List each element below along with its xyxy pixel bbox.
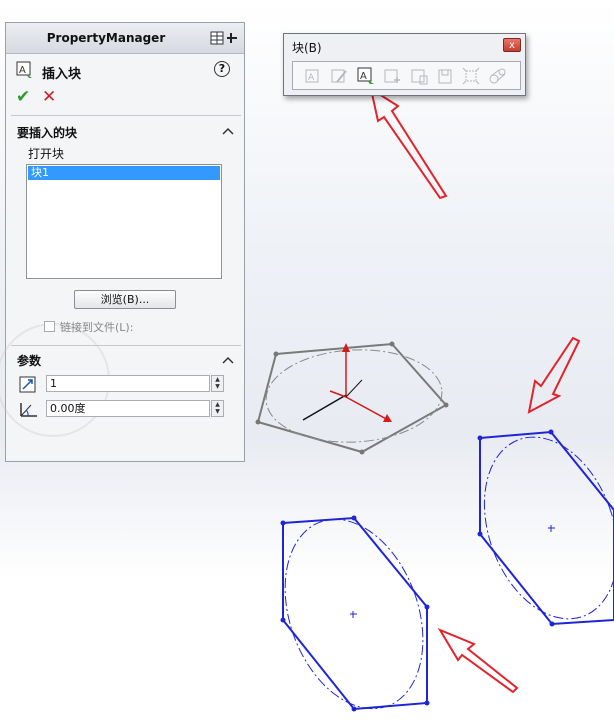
help-icon[interactable]: ? <box>214 61 230 77</box>
explode-block-icon[interactable] <box>461 66 481 86</box>
annotation-arrow-toolbar <box>369 86 448 200</box>
svg-text:A: A <box>360 71 367 82</box>
section-title-blocks: 要插入的块 <box>17 126 78 140</box>
divider <box>11 115 241 116</box>
link-to-file-checkbox[interactable] <box>44 321 55 332</box>
pm-header: PropertyManager <box>6 23 244 54</box>
open-blocks-list[interactable]: 块1 <box>26 164 222 279</box>
divider <box>11 345 241 346</box>
pm-title: PropertyManager <box>46 31 166 45</box>
add-remove-icon[interactable] <box>382 66 402 86</box>
block-instance-bottom[interactable] <box>260 500 447 725</box>
cancel-button[interactable]: ✕ <box>42 87 56 107</box>
scale-spinner[interactable]: ▲ ▼ <box>211 375 224 392</box>
toolbar-title: 块(B) <box>292 41 322 55</box>
belt-chain-icon[interactable] <box>488 66 508 86</box>
angle-icon <box>20 403 37 417</box>
angle-input[interactable]: 0.00度 <box>46 400 210 417</box>
ok-button[interactable]: ✔ <box>16 87 30 107</box>
svg-text:A: A <box>19 65 26 76</box>
edit-block-icon[interactable] <box>329 66 349 86</box>
browse-button[interactable]: 浏览(B)... <box>74 290 176 309</box>
section-title-params: 参数 <box>17 354 42 368</box>
angle-spinner[interactable]: ▲ ▼ <box>211 400 224 417</box>
rebuild-block-icon[interactable] <box>409 66 429 86</box>
scale-input[interactable]: 1 <box>46 375 210 392</box>
block-toolbar: 块(B) x A A <box>283 33 526 96</box>
annotation-arrow-bottom <box>437 627 519 694</box>
property-manager-panel: PropertyManager A 插入块 ? ✔ ✕ 要插入的块 打开块 块1… <box>0 22 245 462</box>
block-instance-right[interactable] <box>461 418 614 637</box>
insert-block-icon: A <box>16 61 32 78</box>
open-blocks-label: 打开块 <box>28 147 65 161</box>
close-button[interactable]: x <box>503 38 521 52</box>
block-preview <box>255 341 449 455</box>
chevron-up-icon[interactable] <box>222 126 234 136</box>
command-row: A 插入块 ? <box>16 61 236 82</box>
command-title: 插入块 <box>42 67 82 82</box>
make-block-icon[interactable]: A <box>303 66 323 86</box>
pin-icon[interactable] <box>210 31 238 45</box>
toolbar-button-strip: A A <box>292 61 521 90</box>
insert-block-icon[interactable]: A <box>356 66 376 86</box>
scale-icon <box>19 376 36 393</box>
link-to-file-label: 链接到文件(L): <box>60 321 134 334</box>
svg-text:A: A <box>308 73 315 83</box>
annotation-arrow-right <box>527 336 581 414</box>
chevron-up-icon[interactable] <box>222 355 234 365</box>
save-block-icon[interactable] <box>435 66 455 86</box>
list-item[interactable]: 块1 <box>28 166 220 180</box>
